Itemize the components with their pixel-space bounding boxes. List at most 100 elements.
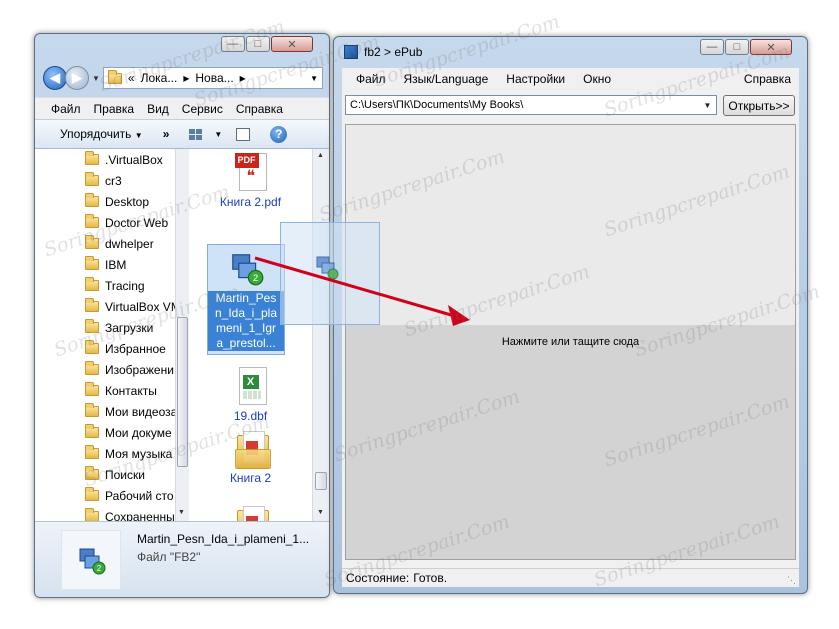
folder-icon bbox=[233, 429, 271, 469]
tree-item[interactable]: dwhelper bbox=[35, 233, 175, 254]
folder-icon bbox=[85, 172, 99, 186]
folder-icon bbox=[85, 277, 99, 291]
scroll-up-arrow[interactable]: ▲ bbox=[317, 152, 324, 159]
tree-item[interactable]: .VirtualBox bbox=[35, 149, 175, 170]
menu-help[interactable]: Справка bbox=[744, 72, 791, 86]
converter-menu-bar: Файл Язык/Language Настройки Окно Справк… bbox=[342, 68, 799, 90]
folder-icon bbox=[85, 445, 99, 459]
menu-language[interactable]: Язык/Language bbox=[404, 72, 489, 86]
file-name: Книга 2 bbox=[229, 471, 272, 485]
tree-item-label: VirtualBox VM bbox=[105, 299, 175, 314]
organize-label: Упорядочить bbox=[60, 127, 132, 141]
chevron-down-icon[interactable]: ▼ bbox=[701, 98, 714, 112]
converter-body: C:\Users\ПК\Documents\My Books\ ▼ Открыт… bbox=[342, 90, 799, 568]
window-title: fb2 > ePub bbox=[344, 45, 422, 59]
tree-scrollbar[interactable]: ▼ bbox=[175, 149, 190, 521]
details-filetype: Файл "FB2" bbox=[137, 550, 201, 564]
file-item[interactable]: Книга 2 bbox=[189, 429, 312, 486]
tree-item[interactable]: Поиски bbox=[35, 464, 175, 485]
forward-button[interactable]: ▶ bbox=[65, 66, 89, 90]
open-button[interactable]: Открыть>> bbox=[723, 95, 795, 116]
drop-hint: Нажмите или тащите сюда bbox=[501, 336, 640, 348]
menu-view[interactable]: Вид bbox=[147, 102, 169, 116]
back-button[interactable]: ◀ bbox=[43, 66, 67, 90]
close-button[interactable]: ✕ bbox=[271, 36, 313, 52]
menu-window[interactable]: Окно bbox=[583, 72, 611, 86]
scroll-down-arrow[interactable]: ▼ bbox=[317, 509, 324, 516]
view-grid-icon bbox=[189, 128, 203, 140]
fb2-icon: 2 bbox=[79, 548, 106, 575]
breadcrumb-prefix: « bbox=[127, 71, 135, 85]
svg-text:2: 2 bbox=[97, 564, 102, 573]
tree-item-label: Рабочий сто bbox=[105, 488, 174, 503]
menu-tools[interactable]: Сервис bbox=[182, 102, 223, 116]
more-commands-button[interactable]: » bbox=[163, 127, 170, 141]
tree-item[interactable]: Мои докуме bbox=[35, 422, 175, 443]
view-options-button[interactable]: ▼ bbox=[189, 128, 222, 140]
file-item[interactable]: X 19.dbf bbox=[189, 367, 312, 424]
tree-item[interactable]: Doctor Web bbox=[35, 212, 175, 233]
tree-item[interactable]: IBM bbox=[35, 254, 175, 275]
tree-item-label: cr3 bbox=[105, 173, 122, 188]
minimize-button[interactable]: — bbox=[700, 39, 724, 55]
tree-item[interactable]: Загрузки bbox=[35, 317, 175, 338]
folder-icon bbox=[85, 382, 99, 396]
status-value: Готов. bbox=[413, 571, 448, 585]
tree-item-label: .VirtualBox bbox=[105, 152, 163, 167]
details-thumbnail: 2 bbox=[61, 530, 121, 590]
details-pane: 2 Martin_Pesn_Ida_i_plameni_1... Файл "F… bbox=[35, 521, 329, 597]
folder-icon bbox=[85, 235, 99, 249]
folder-icon bbox=[85, 487, 99, 501]
preview-pane-button[interactable] bbox=[236, 127, 251, 141]
menu-file[interactable]: Файл bbox=[51, 102, 81, 116]
output-path-combobox[interactable]: C:\Users\ПК\Documents\My Books\ ▼ bbox=[345, 95, 717, 115]
tree-scrollbar-thumb[interactable] bbox=[177, 317, 188, 467]
converter-window-controls: — □ ✕ bbox=[700, 39, 792, 55]
breadcrumb-item[interactable]: Нова... bbox=[195, 71, 233, 85]
tree-item[interactable]: Сохраненны bbox=[35, 506, 175, 521]
tree-item-label: Поиски bbox=[105, 467, 145, 482]
minimize-button[interactable]: — bbox=[221, 36, 245, 52]
resize-grip-icon[interactable]: ⋱ bbox=[787, 575, 796, 586]
recent-pages-dropdown[interactable]: ▼ bbox=[92, 74, 100, 83]
tree-item[interactable]: Рабочий сто bbox=[35, 485, 175, 506]
tree-item-label: Мои докуме bbox=[105, 425, 172, 440]
file-item[interactable]: 2 Martin_Pes n_Ida_i_pla meni_1_Igr a_presto… bbox=[207, 244, 285, 355]
tree-item[interactable]: Изображени bbox=[35, 359, 175, 380]
drag-ghost bbox=[280, 222, 380, 325]
breadcrumb[interactable]: « Лока... ▸ Нова... ▸ ▼ bbox=[102, 67, 323, 89]
tree-item[interactable]: Моя музыка bbox=[35, 443, 175, 464]
folder-icon bbox=[85, 214, 99, 228]
folder-icon bbox=[85, 340, 99, 354]
file-item[interactable]: PDF ❝ Книга 2.pdf bbox=[189, 153, 312, 210]
tree-item[interactable]: VirtualBox VM bbox=[35, 296, 175, 317]
tree-item[interactable]: Tracing bbox=[35, 275, 175, 296]
menu-help[interactable]: Справка bbox=[236, 102, 283, 116]
tree-item[interactable]: Контакты bbox=[35, 380, 175, 401]
folder-icon bbox=[85, 298, 99, 312]
window-title-text: fb2 > ePub bbox=[364, 45, 423, 59]
menu-settings[interactable]: Настройки bbox=[506, 72, 565, 86]
tree-item[interactable]: cr3 bbox=[35, 170, 175, 191]
folder-icon bbox=[85, 508, 99, 521]
tree-item[interactable]: Мои видеоза bbox=[35, 401, 175, 422]
file-item[interactable]: Книга 1 bbox=[189, 504, 312, 521]
help-icon[interactable]: ? bbox=[270, 125, 288, 143]
maximize-button[interactable]: □ bbox=[246, 36, 270, 52]
menu-file[interactable]: Файл bbox=[356, 72, 386, 86]
tree-item-label: Избранное bbox=[105, 341, 166, 356]
menu-edit[interactable]: Правка bbox=[94, 102, 135, 116]
organize-button[interactable]: Упорядочить ▼ bbox=[60, 127, 143, 141]
svg-text:2: 2 bbox=[253, 273, 258, 284]
scroll-down-arrow[interactable]: ▼ bbox=[178, 509, 185, 516]
tree-item[interactable]: Избранное bbox=[35, 338, 175, 359]
chevron-down-icon[interactable]: ▼ bbox=[310, 74, 318, 83]
tree-item[interactable]: Desktop bbox=[35, 191, 175, 212]
maximize-button[interactable]: □ bbox=[725, 39, 749, 55]
close-button[interactable]: ✕ bbox=[750, 39, 792, 55]
drop-zone[interactable]: Нажмите или тащите сюда bbox=[345, 124, 796, 560]
file-list-scrollbar[interactable]: ▲ ▼ bbox=[312, 149, 329, 521]
file-list-scrollbar-thumb[interactable] bbox=[315, 472, 327, 490]
breadcrumb-item[interactable]: Лока... bbox=[141, 71, 178, 85]
tree-item-label: Doctor Web bbox=[105, 215, 169, 230]
